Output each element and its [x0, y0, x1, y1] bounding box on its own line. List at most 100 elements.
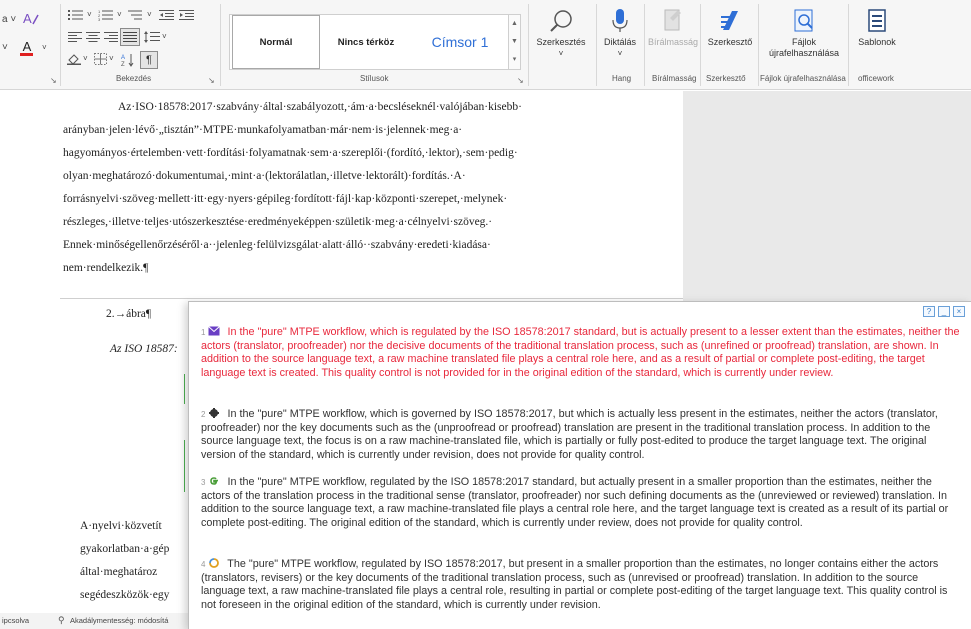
font-group-launcher-icon[interactable]: ↘ — [50, 76, 57, 85]
suggestion-number: 2 — [201, 410, 206, 419]
svg-text:Z: Z — [121, 62, 125, 67]
increase-indent-icon[interactable] — [178, 8, 196, 22]
line-spacing-icon[interactable] — [143, 30, 161, 44]
align-right-icon[interactable] — [102, 30, 120, 44]
help-icon[interactable]: ? — [923, 306, 935, 317]
shading-dropdown[interactable]: ˅ — [83, 53, 88, 65]
align-center-icon[interactable] — [84, 30, 102, 44]
close-icon[interactable]: × — [953, 306, 965, 317]
suggestion-item-1[interactable]: 1 In the "pure" MTPE workflow, which is … — [201, 326, 963, 380]
suggestion-number: 3 — [201, 478, 206, 487]
style-heading-1-label: Címsor 1 — [431, 34, 489, 50]
reuse-files-label: Fájlok újrafelhasználása — [768, 37, 840, 58]
minimize-icon[interactable]: _ — [938, 306, 950, 317]
borders-dropdown[interactable]: ˅ — [109, 53, 114, 65]
bullets-dropdown[interactable]: ˅ — [87, 9, 92, 21]
ribbon: a ˅ A ˅ A ˅ ↘ ˅ 123 ˅ ˅ ˅ ˅ ˅ A Z ¶ Beke… — [0, 0, 971, 90]
suggestion-item-4[interactable]: 4 The "pure" MTPE workflow, regulated by… — [201, 558, 963, 612]
dictate-dropdown-icon: ˅ — [617, 49, 623, 58]
google-icon — [210, 477, 219, 485]
gallery-more-icon[interactable]: ▾ — [509, 51, 520, 69]
sensitivity-icon — [664, 9, 681, 31]
ribbon-separator — [220, 4, 221, 86]
templates-icon — [868, 9, 886, 32]
doc-paragraph-line: hagyományos·értelemben·vett·fordítási·fo… — [63, 147, 518, 159]
doc-fragment-line: A·nyelvi·közvetít — [80, 520, 162, 532]
ribbon-separator — [596, 4, 597, 86]
page-break — [60, 298, 683, 299]
figure-label: 2.→ábra¶ — [106, 308, 152, 320]
styles-group-launcher-icon[interactable]: ↘ — [517, 76, 524, 85]
accessibility-icon[interactable]: ⚲ — [58, 615, 65, 626]
multilevel-dropdown[interactable]: ˅ — [147, 9, 152, 21]
suggestion-text: In the "pure" MTPE workflow, regulated b… — [201, 476, 949, 529]
sensitivity-label: Bírálmasság — [648, 37, 699, 47]
suggestion-number: 1 — [201, 328, 206, 337]
style-normal-label: Normál — [259, 36, 293, 48]
ribbon-separator — [848, 4, 849, 86]
gear-icon — [209, 408, 220, 418]
dictate-button[interactable]: Diktálás ˅ — [600, 8, 640, 59]
editing-dropdown-icon: ˅ — [558, 49, 564, 58]
doc-fragment-line: által·meghatároz — [80, 566, 158, 578]
doc-paragraph-line: részleges,·illetve·teljes·utószerkesztés… — [63, 216, 493, 228]
styles-gallery: Normál Nincs térköz Címsor 1 — [229, 14, 509, 70]
reuse-files-icon — [794, 9, 813, 32]
dictate-label: Diktálás — [603, 37, 636, 47]
figure-caption-fragment: Az ISO 18587: — [110, 343, 178, 355]
shading-icon[interactable] — [66, 52, 82, 66]
styles-group-label: Stílusok — [360, 74, 389, 83]
font-dropdown-fragment[interactable]: ˅ — [2, 42, 8, 54]
svg-text:A: A — [23, 11, 32, 26]
svg-text:A: A — [121, 55, 125, 61]
reuse-files-button[interactable]: Fájlok újrafelhasználása — [762, 8, 846, 59]
line-spacing-dropdown[interactable]: ˅ — [162, 31, 167, 43]
align-left-icon[interactable] — [66, 30, 84, 44]
officework-group-label: officework — [858, 74, 894, 83]
borders-icon[interactable] — [92, 52, 108, 66]
numbering-icon[interactable]: 123 — [96, 8, 116, 22]
search-icon — [550, 10, 572, 32]
decrease-indent-icon[interactable] — [158, 8, 176, 22]
doc-paragraph-line: Az·ISO·18578:2017·szabvány·által·szabály… — [118, 101, 522, 113]
gallery-down-icon[interactable]: ▼ — [509, 33, 520, 51]
font-size-fragment[interactable]: a ˅ — [2, 14, 16, 26]
suggestion-number: 4 — [201, 560, 206, 569]
editor-button[interactable]: Szerkesztő — [704, 8, 756, 48]
image-frame-edge — [184, 374, 185, 404]
popup-controls: ? _ × — [923, 306, 965, 317]
font-color-button[interactable]: A — [14, 37, 40, 59]
sort-icon[interactable]: AZ — [120, 52, 136, 68]
sensitivity-button[interactable]: Bírálmasság — [648, 8, 699, 48]
templates-button[interactable]: Sablonok — [852, 8, 902, 48]
numbering-dropdown[interactable]: ˅ — [117, 9, 122, 21]
style-no-spacing[interactable]: Nincs térköz — [322, 15, 410, 69]
paragraph-group-launcher-icon[interactable]: ↘ — [208, 76, 215, 85]
suggestion-item-2[interactable]: 2 In the "pure" MTPE workflow, which is … — [201, 408, 963, 462]
styles-gallery-scroll[interactable]: ▲ ▼ ▾ — [509, 14, 521, 70]
style-heading-1[interactable]: Címsor 1 — [412, 15, 508, 69]
justify-icon[interactable] — [120, 28, 140, 46]
multilevel-list-icon[interactable] — [126, 8, 146, 22]
show-formatting-marks-icon[interactable]: ¶ — [140, 51, 158, 69]
bullets-icon[interactable] — [66, 8, 86, 22]
szerkeszto-group-label: Szerkesztő — [706, 74, 746, 83]
doc-paragraph-line: nem·rendelkezik.¶ — [63, 262, 149, 274]
envelope-icon — [208, 326, 221, 336]
accessibility-status[interactable]: Akadálymentesség: módosítá — [70, 616, 168, 625]
editing-button[interactable]: Szerkesztés ˅ — [532, 8, 590, 59]
font-color-dropdown[interactable]: ˅ — [42, 42, 47, 54]
suggestion-item-3[interactable]: 3 In the "pure" MTPE workflow, regulated… — [201, 476, 963, 530]
microphone-icon — [612, 9, 628, 32]
reuse-group-label: Fájlok újrafelhasználása — [760, 74, 846, 83]
status-bar: ipcsolva ⚲ Akadálymentesség: módosítá — [0, 613, 200, 629]
templates-label: Sablonok — [858, 37, 896, 47]
ribbon-separator — [700, 4, 701, 86]
style-no-spacing-label: Nincs térköz — [337, 36, 395, 48]
editor-label: Szerkesztő — [707, 37, 753, 47]
ribbon-separator — [644, 4, 645, 86]
status-text: ipcsolva — [2, 616, 30, 625]
gallery-up-icon[interactable]: ▲ — [509, 15, 520, 33]
text-effects-icon[interactable]: A — [20, 10, 42, 28]
style-normal[interactable]: Normál — [232, 15, 320, 69]
